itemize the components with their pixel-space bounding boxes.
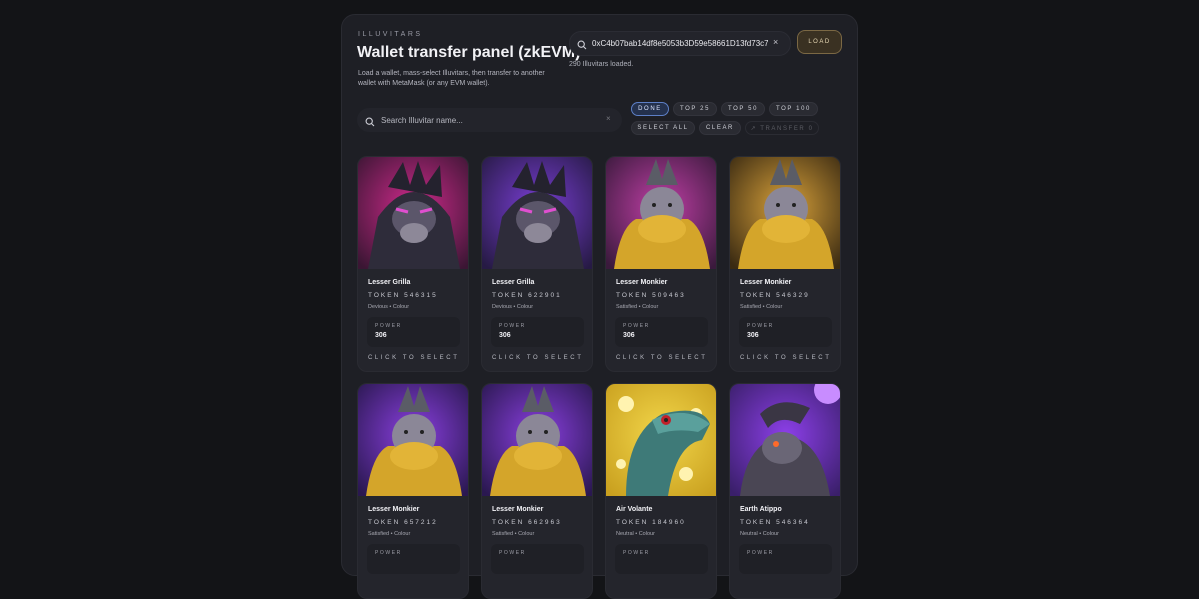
- click-to-select-label: CLICK TO SELECT: [368, 355, 460, 361]
- monkier-gold-image: [730, 157, 840, 269]
- illuvitar-card[interactable]: Earth Atippo TOKEN 546364 Neutral • Colo…: [729, 383, 841, 599]
- card-name: Lesser Grilla: [492, 279, 535, 286]
- card-token: TOKEN 184960: [616, 519, 686, 526]
- card-name: Lesser Monkier: [368, 506, 420, 513]
- select-all-button[interactable]: SELECT ALL: [631, 121, 695, 135]
- card-name: Lesser Monkier: [616, 279, 668, 286]
- power-label: POWER: [499, 550, 526, 556]
- clear-selection-button[interactable]: CLEAR: [699, 121, 741, 135]
- click-to-select-label: CLICK TO SELECT: [740, 355, 832, 361]
- card-traits: Neutral • Colour: [740, 531, 779, 537]
- card-token: TOKEN 546329: [740, 292, 810, 299]
- top-100-button[interactable]: TOP 100: [769, 102, 818, 116]
- page-title: Wallet transfer panel (zkEVM): [357, 44, 581, 61]
- power-box: POWER: [615, 544, 708, 574]
- power-box: POWER 306: [739, 317, 832, 347]
- illuvitar-card[interactable]: Lesser Monkier TOKEN 662963 Satisfied • …: [481, 383, 593, 599]
- transfer-button[interactable]: ↗ TRANSFER 0: [745, 121, 819, 135]
- card-traits: Devious • Colour: [492, 304, 534, 310]
- card-traits: Satisfied • Colour: [616, 304, 659, 310]
- card-token: TOKEN 509463: [616, 292, 686, 299]
- card-token: TOKEN 662963: [492, 519, 562, 526]
- monkier-pink-image: [606, 157, 716, 269]
- card-token: TOKEN 546364: [740, 519, 810, 526]
- illuvitar-card[interactable]: Lesser Grilla TOKEN 546315 Devious • Col…: [357, 156, 469, 372]
- power-box: POWER: [739, 544, 832, 574]
- power-box: POWER: [367, 544, 460, 574]
- volante-image: [606, 384, 716, 496]
- power-value: 306: [623, 332, 635, 339]
- card-traits: Neutral • Colour: [616, 531, 655, 537]
- card-name: Earth Atippo: [740, 506, 782, 513]
- grilla-purple-image: [482, 157, 592, 269]
- illuvitar-card[interactable]: Lesser Monkier TOKEN 657212 Satisfied • …: [357, 383, 469, 599]
- power-value: 306: [747, 332, 759, 339]
- illuvitar-card[interactable]: Lesser Monkier TOKEN 509463 Satisfied • …: [605, 156, 717, 372]
- atippo-image: [730, 384, 840, 496]
- card-traits: Satisfied • Colour: [740, 304, 783, 310]
- power-value: 306: [375, 332, 387, 339]
- card-name: Lesser Monkier: [740, 279, 792, 286]
- power-box: POWER: [491, 544, 584, 574]
- power-value: 306: [499, 332, 511, 339]
- card-traits: Devious • Colour: [368, 304, 410, 310]
- card-token: TOKEN 546315: [368, 292, 438, 299]
- illuvitar-card[interactable]: Lesser Grilla TOKEN 622901 Devious • Col…: [481, 156, 593, 372]
- grilla-pink-image: [358, 157, 468, 269]
- top-50-button[interactable]: TOP 50: [721, 102, 765, 116]
- power-box: POWER 306: [615, 317, 708, 347]
- wallet-address-field[interactable]: ×: [569, 31, 791, 56]
- click-to-select-label: CLICK TO SELECT: [492, 355, 584, 361]
- page-description: Load a wallet, mass-select Illuvitars, t…: [358, 70, 545, 87]
- wallet-address-input[interactable]: [592, 35, 768, 52]
- wallet-transfer-panel: ILLUVITARS Wallet transfer panel (zkEVM)…: [341, 14, 858, 599]
- name-search-field[interactable]: ×: [357, 108, 622, 132]
- power-label: POWER: [375, 550, 402, 556]
- card-name: Lesser Monkier: [492, 506, 544, 513]
- loaded-status: 290 Illuvitars loaded.: [569, 61, 634, 68]
- card-traits: Satisfied • Colour: [492, 531, 535, 537]
- clear-search-icon[interactable]: ×: [606, 114, 611, 123]
- card-traits: Satisfied • Colour: [368, 531, 411, 537]
- top-25-button[interactable]: TOP 25: [673, 102, 717, 116]
- search-icon: [365, 114, 375, 132]
- done-button[interactable]: DONE: [631, 102, 669, 116]
- card-token: TOKEN 622901: [492, 292, 562, 299]
- monkier-purple-image: [482, 384, 592, 496]
- card-name: Lesser Grilla: [368, 279, 411, 286]
- load-button[interactable]: LOAD: [797, 30, 842, 54]
- power-label: POWER: [499, 323, 526, 329]
- click-to-select-label: CLICK TO SELECT: [616, 355, 708, 361]
- monkier-purple-image: [358, 384, 468, 496]
- section-eyebrow: ILLUVITARS: [358, 31, 423, 38]
- card-token: TOKEN 657212: [368, 519, 438, 526]
- power-label: POWER: [375, 323, 402, 329]
- power-label: POWER: [623, 323, 650, 329]
- power-box: POWER 306: [491, 317, 584, 347]
- power-box: POWER 306: [367, 317, 460, 347]
- power-label: POWER: [747, 323, 774, 329]
- search-input[interactable]: [381, 112, 601, 128]
- power-label: POWER: [623, 550, 650, 556]
- illuvitar-card[interactable]: Lesser Monkier TOKEN 546329 Satisfied • …: [729, 156, 841, 372]
- illuvitar-card[interactable]: Air Volante TOKEN 184960 Neutral • Colou…: [605, 383, 717, 599]
- card-name: Air Volante: [616, 506, 653, 513]
- power-label: POWER: [747, 550, 774, 556]
- search-icon: [577, 37, 587, 55]
- clear-address-icon[interactable]: ×: [773, 37, 778, 47]
